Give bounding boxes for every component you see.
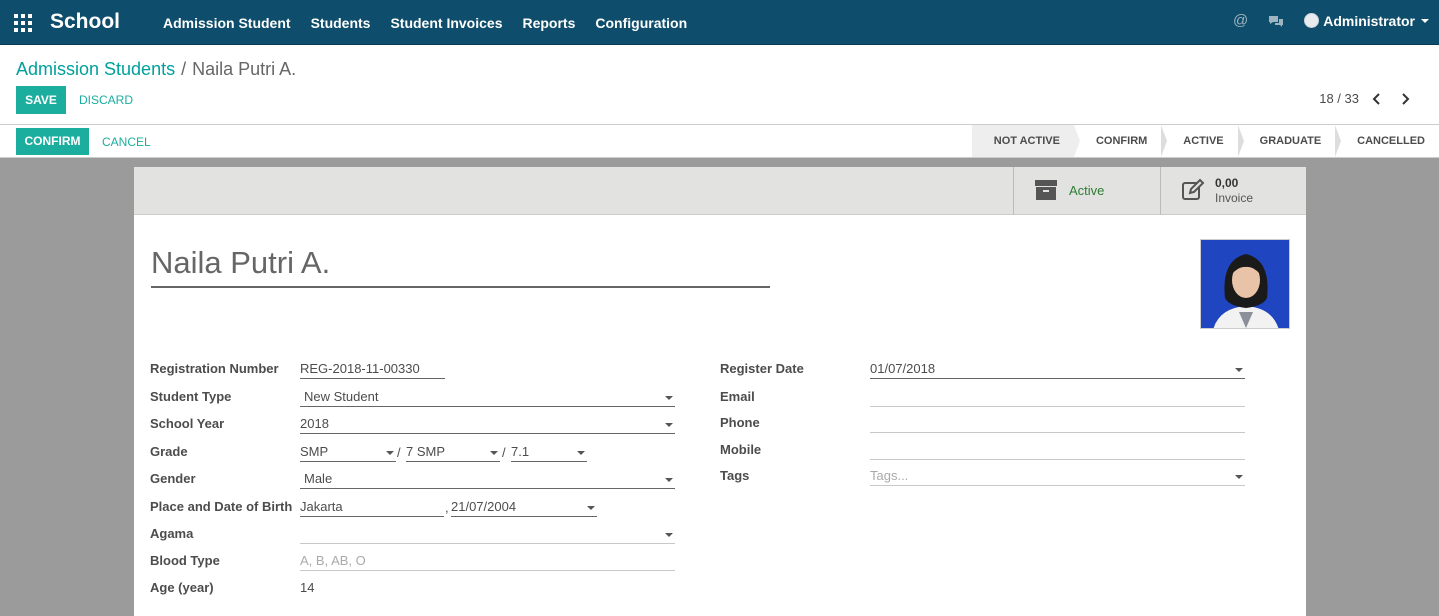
birth-separator: , xyxy=(445,500,449,515)
smart-button-box: Active 0,00 Invoice xyxy=(134,167,1306,215)
save-button[interactable]: SAVE xyxy=(16,86,66,114)
grade-level-select[interactable]: SMP xyxy=(300,442,396,462)
cancel-button[interactable]: CANCEL xyxy=(102,135,151,149)
gender-label: Gender xyxy=(150,471,196,486)
register-date-field[interactable]: 01/07/2018 xyxy=(870,359,1245,379)
chevron-down-icon xyxy=(587,506,595,510)
age-label: Age (year) xyxy=(150,580,214,595)
menu-item-students[interactable]: Students xyxy=(311,15,371,31)
student-name-field[interactable]: Naila Putri A. xyxy=(151,245,770,288)
stage-graduate[interactable]: GRADUATE xyxy=(1238,125,1341,157)
breadcrumb-separator: / xyxy=(181,59,187,79)
stage-confirm[interactable]: CONFIRM xyxy=(1074,125,1168,157)
chevron-down-icon xyxy=(665,396,673,400)
grade-section-select[interactable]: 7.1 xyxy=(511,442,587,462)
archive-icon xyxy=(1035,180,1057,200)
register-date-label: Register Date xyxy=(720,361,804,376)
status-bar: CONFIRM CANCEL NOT ACTIVE CONFIRM ACTIVE… xyxy=(0,124,1439,158)
grade-section-value: 7.1 xyxy=(511,444,530,459)
agama-label: Agama xyxy=(150,526,194,541)
agama-select[interactable] xyxy=(300,524,675,544)
grade-level-value: SMP xyxy=(300,444,329,459)
discard-button[interactable]: DISCARD xyxy=(79,93,133,107)
edit-icon xyxy=(1182,178,1205,200)
pager-value[interactable]: 18 / 33 xyxy=(1319,91,1359,106)
birth-date-field[interactable]: 21/07/2004 xyxy=(451,497,597,517)
form-sheet: Active 0,00 Invoice Naila Putri A. Regis… xyxy=(134,167,1306,616)
chevron-down-icon xyxy=(577,451,585,455)
mobile-label: Mobile xyxy=(720,442,762,457)
age-value: 14 xyxy=(300,580,315,595)
registration-number-field[interactable]: REG-2018-11-00330 xyxy=(300,359,445,379)
breadcrumb: Admission Students / Naila Putri A. xyxy=(16,59,296,80)
invoice-button[interactable]: 0,00 Invoice xyxy=(1160,167,1306,215)
stage-pipeline: NOT ACTIVE CONFIRM ACTIVE GRADUATE CANCE… xyxy=(971,125,1439,157)
tags-select[interactable]: Tags... xyxy=(870,466,1245,486)
phone-field[interactable] xyxy=(870,413,1245,433)
chevron-down-icon xyxy=(1235,475,1243,479)
main-menu: Admission Student Students Student Invoi… xyxy=(163,15,707,31)
active-label: Active xyxy=(1069,183,1105,198)
apps-grid-icon[interactable] xyxy=(14,14,32,32)
top-navbar: School Admission Student Students Studen… xyxy=(0,0,1439,45)
phone-label: Phone xyxy=(720,415,760,430)
mobile-field[interactable] xyxy=(870,440,1245,460)
breadcrumb-current: Naila Putri A. xyxy=(192,59,297,79)
chevron-down-icon xyxy=(665,478,673,482)
birth-date-value: 21/07/2004 xyxy=(451,499,517,514)
school-year-label: School Year xyxy=(150,416,225,431)
breadcrumb-parent[interactable]: Admission Students xyxy=(16,59,175,79)
gender-select[interactable]: Male xyxy=(300,469,675,489)
birth-label: Place and Date of Birth xyxy=(150,499,293,514)
user-avatar[interactable] xyxy=(1304,13,1320,28)
stage-not-active[interactable]: NOT ACTIVE xyxy=(971,125,1081,157)
menu-item-admission-student[interactable]: Admission Student xyxy=(163,15,291,31)
grade-class-value: 7 SMP xyxy=(406,444,446,459)
school-year-value: 2018 xyxy=(300,416,329,431)
confirm-button[interactable]: CONFIRM xyxy=(16,128,89,155)
grade-separator: / xyxy=(502,445,506,460)
grade-label: Grade xyxy=(150,444,188,459)
stage-cancelled[interactable]: CANCELLED xyxy=(1335,125,1439,157)
blood-type-label: Blood Type xyxy=(150,553,220,568)
chevron-down-icon xyxy=(665,533,673,537)
registration-number-label: Registration Number xyxy=(150,361,279,376)
student-type-label: Student Type xyxy=(150,389,232,404)
birth-place-field[interactable]: Jakarta xyxy=(300,497,444,517)
chevron-down-icon xyxy=(386,451,394,455)
student-photo[interactable] xyxy=(1200,239,1290,329)
register-date-value: 01/07/2018 xyxy=(870,361,936,376)
school-year-select[interactable]: 2018 xyxy=(300,414,675,434)
gender-value: Male xyxy=(304,471,333,486)
grade-class-select[interactable]: 7 SMP xyxy=(406,442,500,462)
at-mention-icon[interactable]: @ xyxy=(1233,12,1248,29)
student-type-value: New Student xyxy=(304,389,379,404)
pager-next-icon[interactable] xyxy=(1398,92,1412,106)
invoice-label: Invoice xyxy=(1215,191,1254,205)
tags-placeholder: Tags... xyxy=(870,468,909,483)
email-field[interactable] xyxy=(870,387,1245,407)
stage-active[interactable]: ACTIVE xyxy=(1161,125,1245,157)
user-menu[interactable]: Administrator xyxy=(1323,13,1415,29)
menu-item-configuration[interactable]: Configuration xyxy=(595,15,687,31)
tags-label: Tags xyxy=(720,468,750,483)
chevron-down-icon[interactable] xyxy=(1421,18,1429,23)
menu-item-reports[interactable]: Reports xyxy=(522,15,575,31)
chevron-down-icon xyxy=(1235,368,1243,372)
menu-item-student-invoices[interactable]: Student Invoices xyxy=(390,15,502,31)
app-brand[interactable]: School xyxy=(50,10,120,34)
chat-icon[interactable] xyxy=(1268,15,1284,27)
chevron-down-icon xyxy=(665,423,673,427)
chevron-down-icon xyxy=(490,451,498,455)
active-toggle-button[interactable]: Active xyxy=(1013,167,1160,215)
pager-previous-icon[interactable] xyxy=(1370,92,1384,106)
navbar-right: @ Administrator xyxy=(1233,12,1429,29)
email-label: Email xyxy=(720,389,755,404)
grade-separator: / xyxy=(397,445,401,460)
blood-type-field[interactable]: A, B, AB, O xyxy=(300,551,675,571)
invoice-value: 0,00 xyxy=(1215,176,1239,190)
student-type-select[interactable]: New Student xyxy=(300,387,675,407)
